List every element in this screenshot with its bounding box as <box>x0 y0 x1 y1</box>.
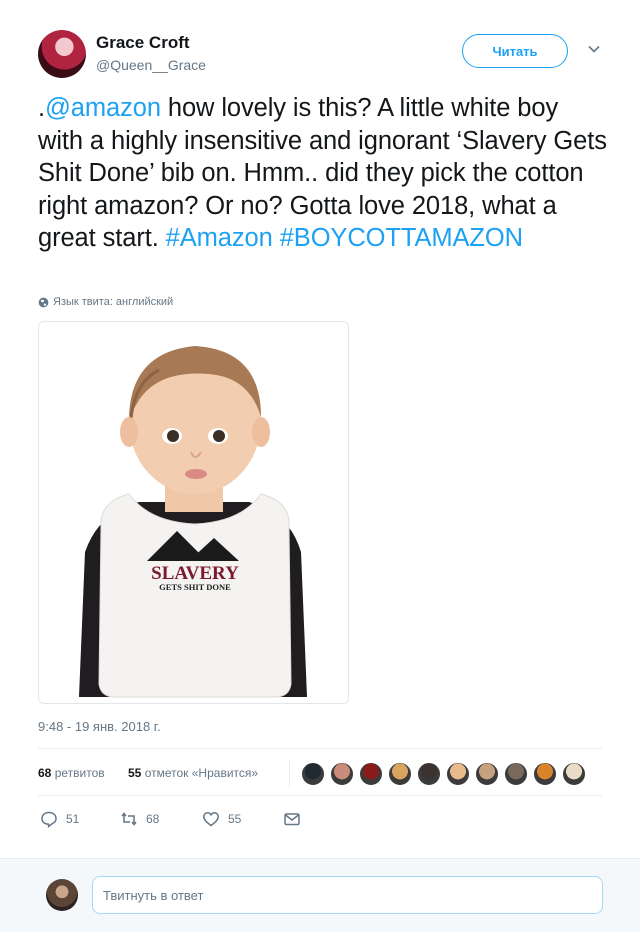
hashtag-link[interactable]: #Amazon <box>166 224 273 252</box>
liker-avatar[interactable] <box>417 762 441 786</box>
retweet-icon <box>121 812 137 826</box>
tweet-stats: 68 ретвитов 55 отметок «Нравится» <box>38 748 602 796</box>
hashtag-link[interactable]: #BOYCOTTAMAZON <box>280 224 523 252</box>
tweet-header: Grace Croft @Queen__Grace Читать <box>38 30 608 80</box>
likes-stat[interactable]: 55 отметок «Нравится» <box>128 766 258 780</box>
retweets-count: 68 <box>38 766 52 780</box>
reply-input[interactable]: Твитнуть в ответ <box>92 876 603 914</box>
liker-avatar[interactable] <box>562 762 586 786</box>
tweet-media[interactable]: SLAVERY GETS SHIT DONE <box>38 321 349 704</box>
tweet-language: Язык твита: английский <box>38 296 173 308</box>
mention-link[interactable]: @amazon <box>45 94 161 122</box>
reply-icon <box>41 811 57 828</box>
replies-count: 51 <box>66 812 80 826</box>
liker-avatar[interactable] <box>504 762 528 786</box>
tweet-timestamp[interactable]: 9:48 - 19 янв. 2018 г. <box>38 719 161 734</box>
likes-count: 55 <box>128 766 142 780</box>
liker-avatar[interactable] <box>330 762 354 786</box>
retweets-stat[interactable]: 68 ретвитов <box>38 766 105 780</box>
author-name[interactable]: Grace Croft <box>96 33 190 53</box>
current-user-avatar <box>46 879 78 911</box>
chevron-down-icon[interactable] <box>587 42 601 56</box>
retweets-label: ретвитов <box>54 766 105 780</box>
reply-action[interactable]: 51 <box>40 810 79 828</box>
heart-icon <box>203 812 219 827</box>
tweet-actions: 51 68 55 <box>40 810 440 834</box>
globe-icon <box>38 297 49 307</box>
tweet-text-segment <box>273 224 280 252</box>
stats-divider <box>289 759 290 787</box>
bib-text-line1: SLAVERY <box>151 563 239 584</box>
like-action[interactable]: 55 <box>202 810 241 828</box>
likes-label: отметок «Нравится» <box>144 766 259 780</box>
liker-avatar[interactable] <box>388 762 412 786</box>
liker-avatar[interactable] <box>359 762 383 786</box>
language-label: Язык твита: английский <box>53 296 174 308</box>
baby-bib-photo: SLAVERY GETS SHIT DONE <box>39 322 348 703</box>
liker-avatar[interactable] <box>446 762 470 786</box>
retweets-action-count: 68 <box>146 812 160 826</box>
follow-button[interactable]: Читать <box>462 34 568 68</box>
liker-avatar[interactable] <box>301 762 325 786</box>
tweet-text: .@amazon how lovely is this? A little wh… <box>38 92 608 255</box>
tweet-text-segment: . <box>38 94 45 122</box>
author-handle[interactable]: @Queen__Grace <box>96 57 206 73</box>
author-avatar[interactable] <box>38 30 86 78</box>
likes-action-count: 55 <box>228 812 242 826</box>
envelope-icon <box>284 813 300 826</box>
direct-message-action[interactable] <box>283 810 301 828</box>
reply-bar: Твитнуть в ответ <box>0 858 640 932</box>
retweet-action[interactable]: 68 <box>120 810 159 828</box>
bib-text-line2: GETS SHIT DONE <box>159 582 231 592</box>
liker-avatar[interactable] <box>475 762 499 786</box>
liker-avatar[interactable] <box>533 762 557 786</box>
